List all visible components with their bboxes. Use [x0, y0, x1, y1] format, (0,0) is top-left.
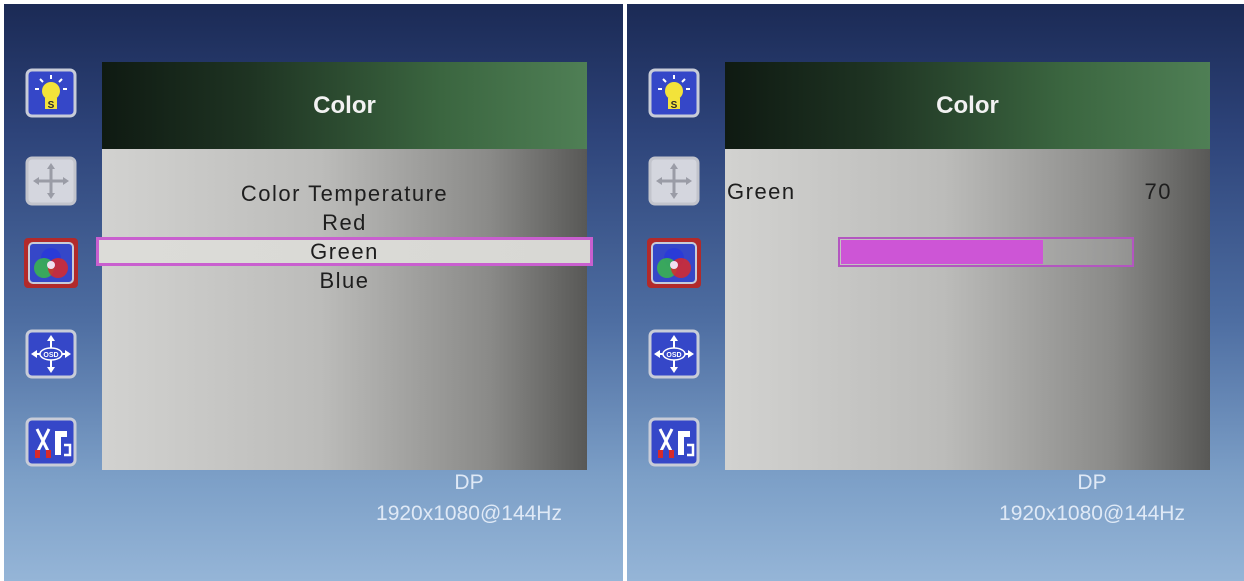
osd-screen-green-adjust: S OSD Color Green 70 DP 1920x1080@144Hz [627, 4, 1244, 581]
svg-text:S: S [671, 100, 678, 111]
menu-item-red[interactable]: Red [102, 208, 587, 237]
menu-title: Color [102, 62, 587, 149]
menu-body: Green 70 [725, 149, 1210, 470]
tools-icon[interactable] [647, 417, 701, 467]
color-icon[interactable] [647, 238, 701, 288]
position-icon[interactable] [24, 156, 78, 206]
position-icon[interactable] [647, 156, 701, 206]
brightness-icon[interactable]: S [24, 68, 78, 118]
svg-text:OSD: OSD [43, 352, 58, 359]
tools-icon[interactable] [24, 417, 78, 467]
menu-title: Color [725, 62, 1210, 149]
adjust-label: Green [727, 179, 796, 204]
osd-screen-color-menu: S OSD Color Color Temperature Red Green … [4, 4, 623, 581]
menu-item-color-temperature[interactable]: Color Temperature [102, 179, 587, 208]
input-source: DP [1077, 471, 1107, 494]
slider-fill [841, 240, 1044, 264]
svg-text:S: S [48, 100, 55, 111]
osd-settings-icon[interactable]: OSD [647, 329, 701, 379]
input-resolution: 1920x1080@144Hz [376, 502, 562, 525]
menu-item-blue[interactable]: Blue [102, 266, 587, 295]
color-icon[interactable] [24, 238, 78, 288]
green-level-slider[interactable] [838, 237, 1134, 267]
menu-item-green[interactable]: Green [96, 237, 593, 266]
menu-body: Color Temperature Red Green Blue [96, 149, 593, 470]
brightness-icon[interactable]: S [647, 68, 701, 118]
osd-settings-icon[interactable]: OSD [24, 329, 78, 379]
color-menu-list: Color Temperature Red Green Blue [96, 179, 593, 295]
adjust-value: 70 [1144, 179, 1172, 204]
input-resolution: 1920x1080@144Hz [999, 502, 1185, 525]
svg-text:OSD: OSD [666, 352, 681, 359]
input-source: DP [454, 471, 484, 494]
